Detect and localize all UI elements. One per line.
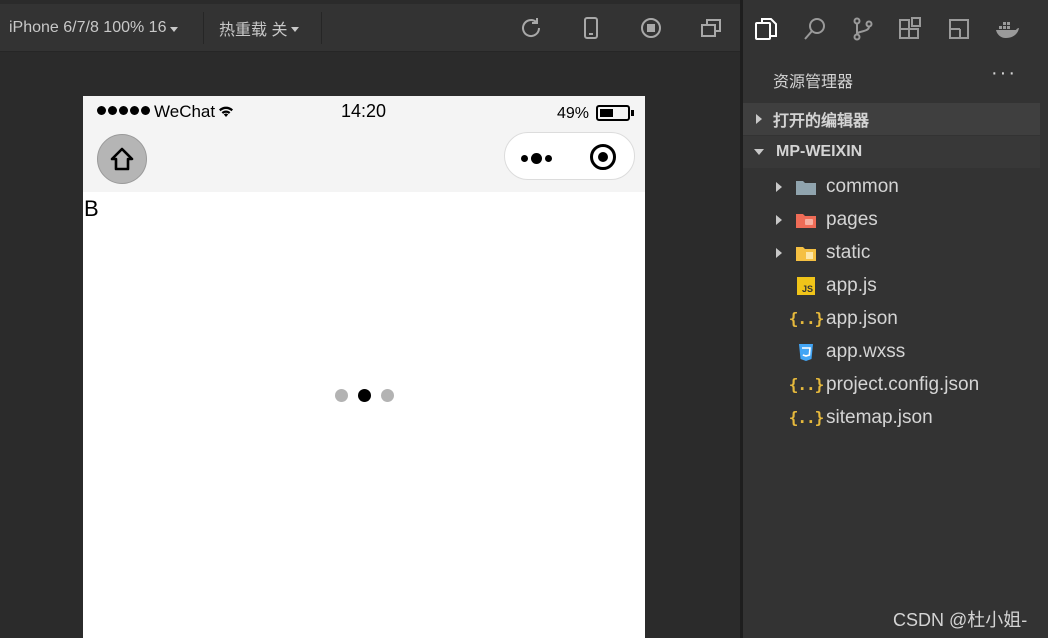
page-content-text: B xyxy=(84,196,99,221)
tree-item-app-wxss[interactable]: app.wxss xyxy=(743,335,1048,368)
tree-item-common[interactable]: common xyxy=(743,170,1048,203)
signal-icon xyxy=(97,106,150,115)
battery-percent: 49% xyxy=(557,105,590,122)
device-selector[interactable]: iPhone 6/7/8 100% 16 xyxy=(9,4,179,52)
hot-reload-toggle[interactable]: 热重载 关 xyxy=(219,4,300,52)
tree-item-label: common xyxy=(826,175,899,197)
json-file-icon: {..} xyxy=(788,408,825,427)
more-dots-icon[interactable] xyxy=(521,153,552,164)
tree-item-project-config[interactable]: {..} project.config.json xyxy=(743,368,1048,401)
json-file-icon: {..} xyxy=(788,375,825,394)
detach-window-icon[interactable] xyxy=(699,16,723,40)
chevron-down-icon xyxy=(170,26,179,32)
stop-record-icon[interactable] xyxy=(639,16,663,40)
open-editors-label: 打开的编辑器 xyxy=(773,113,870,130)
capsule-menu xyxy=(504,132,635,180)
tree-item-app-json[interactable]: {..} app.json xyxy=(743,302,1048,335)
refresh-icon[interactable] xyxy=(519,16,543,40)
loading-dot xyxy=(335,389,348,402)
tree-item-pages[interactable]: pages xyxy=(743,203,1048,236)
hot-reload-label: 热重载 关 xyxy=(219,22,288,39)
toolbar-divider xyxy=(321,12,322,44)
tree-item-label: app.js xyxy=(826,274,877,296)
json-file-icon: {..} xyxy=(788,309,825,328)
devtools-window: iPhone 6/7/8 100% 16 热重载 关 WeChat 14:20 … xyxy=(0,0,1048,638)
loading-dot-active xyxy=(358,389,371,402)
source-control-icon[interactable] xyxy=(850,16,876,42)
tree-item-static[interactable]: static xyxy=(743,236,1048,269)
tree-item-label: app.json xyxy=(826,307,898,329)
battery-icon xyxy=(596,105,634,121)
explorer-files-icon[interactable] xyxy=(753,16,779,42)
chevron-right-icon xyxy=(776,247,782,258)
tree-item-label: project.config.json xyxy=(826,373,980,395)
toolbar-divider xyxy=(203,12,204,44)
tree-item-label: static xyxy=(826,241,871,263)
tree-item-label: sitemap.json xyxy=(826,406,933,428)
folder-icon xyxy=(795,177,817,197)
activity-bar xyxy=(743,4,1048,52)
tree-item-label: app.wxss xyxy=(826,340,906,362)
folder-pages-icon xyxy=(795,210,817,230)
folder-static-icon xyxy=(795,243,817,263)
phone-simulator: WeChat 14:20 49% B xyxy=(83,96,645,638)
navigation-bar xyxy=(83,128,645,192)
search-icon[interactable] xyxy=(802,16,828,42)
chevron-down-icon xyxy=(754,149,764,155)
loading-dot xyxy=(381,389,394,402)
open-editors-section[interactable]: 打开的编辑器 xyxy=(743,103,1040,135)
chevron-right-icon xyxy=(776,214,782,225)
close-target-icon[interactable] xyxy=(590,144,616,170)
tree-item-app-js[interactable]: JS app.js xyxy=(743,269,1048,302)
tree-item-label: pages xyxy=(826,208,878,230)
chevron-right-icon xyxy=(756,114,762,124)
loading-indicator xyxy=(335,389,394,402)
layout-panel-icon[interactable] xyxy=(946,16,972,42)
chevron-right-icon xyxy=(776,181,782,192)
home-icon xyxy=(110,147,134,171)
more-actions-icon[interactable]: ··· xyxy=(991,62,1017,85)
tree-item-sitemap[interactable]: {..} sitemap.json xyxy=(743,401,1048,434)
explorer-panel: 资源管理器 ··· 打开的编辑器 MP-WEIXIN common pages xyxy=(743,0,1048,638)
phone-device-icon[interactable] xyxy=(579,16,603,40)
docker-icon[interactable] xyxy=(994,16,1020,42)
project-section[interactable]: MP-WEIXIN xyxy=(743,136,1040,168)
js-file-icon: JS xyxy=(795,276,817,296)
carrier-name: WeChat xyxy=(154,102,216,121)
extensions-icon[interactable] xyxy=(897,16,923,42)
project-name: MP-WEIXIN xyxy=(776,143,863,160)
home-button[interactable] xyxy=(97,134,147,184)
css-file-icon xyxy=(795,342,817,362)
simulator-toolbar: iPhone 6/7/8 100% 16 热重载 关 xyxy=(0,4,740,52)
chevron-down-icon xyxy=(291,26,300,32)
explorer-header: 资源管理器 ··· xyxy=(743,52,1048,102)
wifi-icon xyxy=(219,106,233,117)
explorer-title: 资源管理器 xyxy=(773,74,854,91)
watermark-text: CSDN @杜小姐- xyxy=(893,610,1028,630)
status-time: 14:20 xyxy=(341,101,387,121)
simulator-panel: iPhone 6/7/8 100% 16 热重载 关 WeChat 14:20 … xyxy=(0,0,740,638)
device-label: iPhone 6/7/8 100% 16 xyxy=(9,19,167,36)
status-bar: WeChat 14:20 49% xyxy=(83,96,645,128)
